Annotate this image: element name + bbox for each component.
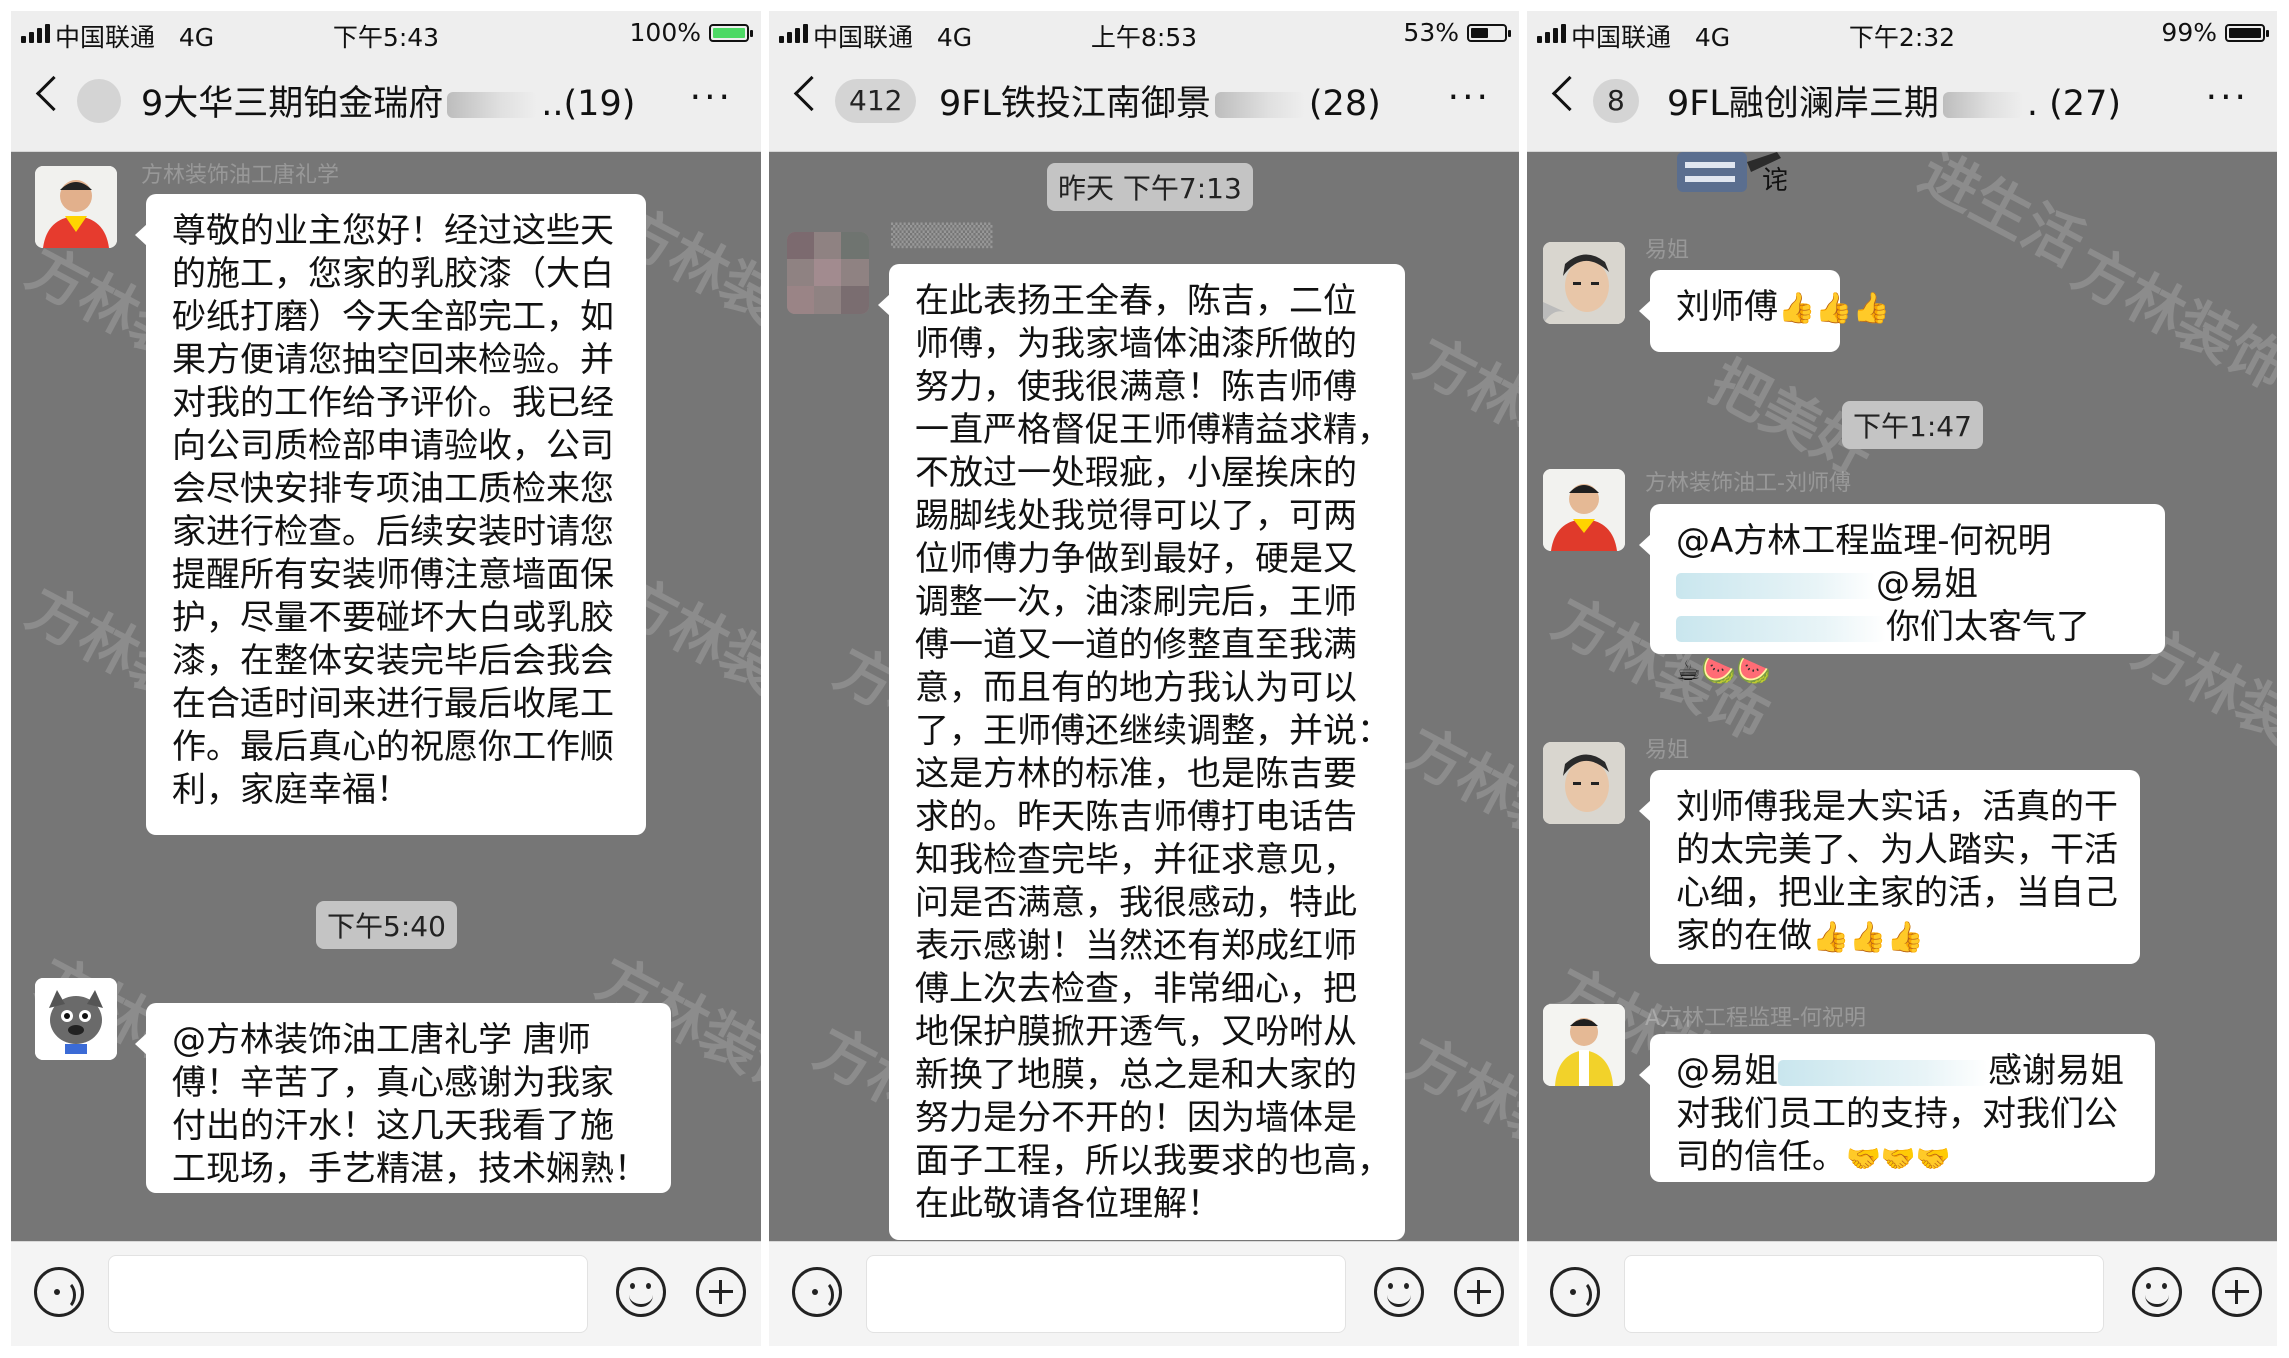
avatar[interactable] <box>1543 742 1625 824</box>
back-chevron-icon[interactable] <box>793 75 830 112</box>
plus-icon[interactable] <box>2212 1267 2262 1317</box>
emoji-icon[interactable] <box>1374 1267 1424 1317</box>
voice-icon[interactable] <box>34 1267 84 1317</box>
back-chevron-icon[interactable] <box>35 75 72 112</box>
chat-header: 8 9FL融创澜岸三期. (27) ··· <box>1527 51 2277 152</box>
message-list[interactable]: 方林装饰 方林装饰 方林装饰 方林装饰 方林装饰 昨天 下午7:13 ▒▒▒▒▒… <box>769 152 1519 1242</box>
sender-name: 易姐 <box>1645 738 1690 763</box>
battery-percent: 99% <box>2161 18 2217 47</box>
status-bar: 中国联通 4G 下午5:43 100% <box>11 11 761 52</box>
message-bubble[interactable]: 刘师傅我是大实话，活真的干 的太完美了、为人踏实，干活 心细，把业主家的活，当自… <box>1639 770 2140 964</box>
chat-header: 412 9FL铁投江南御景 (28) ··· <box>769 51 1519 152</box>
message-bubble[interactable]: 尊敬的业主您好！经过这些天 的施工，您家的乳胶漆（大白 砂纸打磨）今天全部完工，… <box>135 194 646 835</box>
plus-icon[interactable] <box>696 1267 746 1317</box>
sender-name: ▒▒▒▒▒▒ <box>891 224 993 249</box>
battery-percent: 100% <box>629 18 701 47</box>
sender-name: 方林装饰油工唐礼学 <box>141 163 340 188</box>
emoji-line: ☕🍉🍉 <box>1676 654 1771 687</box>
input-bar <box>769 1241 1519 1346</box>
battery-icon <box>1467 23 1511 42</box>
input-bar <box>11 1241 761 1346</box>
sender-name: A方林工程监理-何祝明 <box>1645 1006 1866 1031</box>
status-bar: 中国联通 4G 上午8:53 53% <box>769 11 1519 52</box>
more-dots-icon[interactable]: ··· <box>1448 80 1491 116</box>
watermark: 方林装饰 <box>2062 233 2277 403</box>
chat-header: 9大华三期铂金瑞府 ..(19) ··· <box>11 51 761 152</box>
message-bubble[interactable]: @易姐 感谢易姐 对我们员工的支持，对我们公 司的信任。🤝🤝🤝 <box>1639 1034 2155 1182</box>
avatar[interactable] <box>1543 469 1625 551</box>
message-bubble[interactable]: @A方林工程监理-何祝明 @易姐 你们太客气了 ☕🍉🍉 <box>1639 504 2165 687</box>
timestamp: 下午5:40 <box>316 901 457 949</box>
input-bar <box>1527 1241 2277 1346</box>
battery-status: 100% <box>629 18 753 47</box>
chat-screen-3: 中国联通 4G 下午2:32 99% 8 9FL融创澜岸三期. (27) ···… <box>1527 11 2277 1346</box>
more-dots-icon[interactable]: ··· <box>2206 80 2249 116</box>
handshake-emoji: 🤝🤝🤝 <box>1846 1142 1951 1175</box>
message-input[interactable] <box>1624 1255 2104 1333</box>
message-bubble[interactable]: 刘师傅👍👍👍 <box>1639 270 1890 352</box>
sender-name: 方林装饰油工-刘师傅 <box>1645 471 1851 496</box>
timestamp: 昨天 下午7:13 <box>1047 163 1253 211</box>
avatar[interactable] <box>1543 1004 1625 1086</box>
chat-title: 9FL融创澜岸三期. (27) <box>1667 84 2122 124</box>
thumbs-up-emoji: 👍👍👍 <box>1812 920 1925 955</box>
unread-badge[interactable] <box>77 79 121 123</box>
battery-status: 53% <box>1403 18 1511 47</box>
sender-name: 易姐 <box>1645 238 1690 263</box>
message-bubble[interactable]: @方林装饰油工唐礼学 唐师 傅！辛苦了，真心感谢为我家 付出的汗水！这几天我看了… <box>135 1003 671 1193</box>
sticker-caption: 诧 <box>1762 166 1789 196</box>
back-chevron-icon[interactable] <box>1551 75 1588 112</box>
message-input[interactable] <box>108 1255 588 1333</box>
status-bar: 中国联通 4G 下午2:32 99% <box>1527 11 2277 52</box>
timestamp: 下午1:47 <box>1842 401 1983 449</box>
message-bubble[interactable]: 在此表扬王全春，陈吉，二位 师傅，为我家墙体油漆所做的 努力，使我很满意！陈吉师… <box>878 264 1405 1240</box>
more-dots-icon[interactable]: ··· <box>690 80 733 116</box>
watermark: 方林装饰 <box>1404 323 1519 493</box>
chat-screen-1: 中国联通 4G 下午5:43 100% 9大华三期铂金瑞府 ..(19) ··· … <box>11 11 761 1346</box>
message-list[interactable]: 方林装饰 方林装饰 方林装饰 方林装饰 方林装饰 方林装饰 方林装饰油工唐礼学 … <box>11 152 761 1242</box>
unread-badge[interactable]: 412 <box>835 79 917 123</box>
message-input[interactable] <box>866 1255 1346 1333</box>
chat-screen-2: 中国联通 4G 上午8:53 53% 412 9FL铁投江南御景 (28) ···… <box>769 11 1519 1346</box>
voice-icon[interactable] <box>792 1267 842 1317</box>
avatar[interactable] <box>35 166 117 248</box>
battery-percent: 53% <box>1403 18 1459 47</box>
message-list[interactable]: 进生活 方林装饰 把美好 方林装饰 方林装饰 方林装饰 诧 易姐 刘师傅👍👍👍 … <box>1527 152 2277 1242</box>
plus-icon[interactable] <box>1454 1267 1504 1317</box>
watermark: 方林装饰 <box>1394 713 1519 883</box>
battery-icon <box>709 23 753 42</box>
avatar[interactable] <box>1543 242 1625 324</box>
battery-icon <box>2225 23 2269 42</box>
voice-icon[interactable] <box>1550 1267 1600 1317</box>
chat-title: 9FL铁投江南御景 (28) <box>939 84 1381 124</box>
chat-title: 9大华三期铂金瑞府 ..(19) <box>141 84 636 124</box>
watermark: 方林装饰 <box>1394 1023 1519 1193</box>
avatar[interactable] <box>35 978 117 1060</box>
emoji-icon[interactable] <box>2132 1267 2182 1317</box>
avatar[interactable] <box>787 232 869 314</box>
unread-badge[interactable]: 8 <box>1593 79 1639 123</box>
watermark: 进生活 <box>1908 152 2095 280</box>
emoji-icon[interactable] <box>616 1267 666 1317</box>
thumbs-up-emoji: 👍👍👍 <box>1778 291 1891 326</box>
battery-status: 99% <box>2161 18 2269 47</box>
